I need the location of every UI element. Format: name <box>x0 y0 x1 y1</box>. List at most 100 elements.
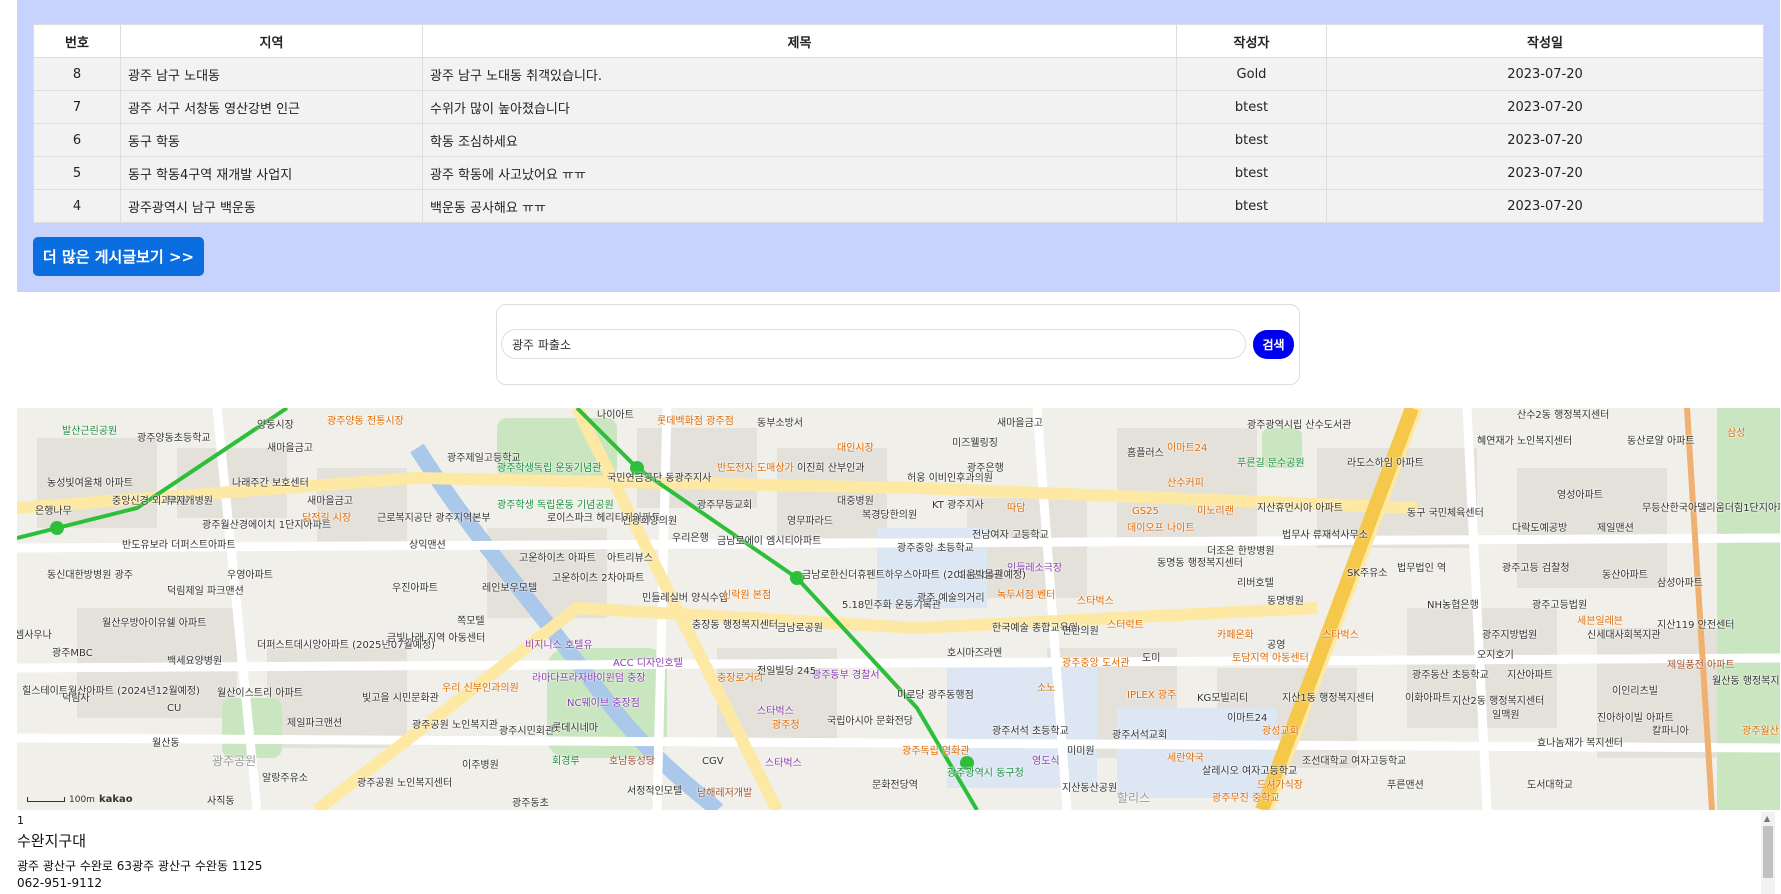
map-label: 지산1동 행정복지센터 <box>1282 693 1375 704</box>
map-label: 광주서석교회 <box>1112 730 1168 741</box>
cell-author: Gold <box>1176 57 1327 91</box>
map-label: 이마트24 <box>1167 443 1208 454</box>
cell-region: 동구 학동 <box>120 123 423 157</box>
map-label: 녹두서점 벤터 <box>997 590 1056 601</box>
map-label: 광주MBC <box>52 648 93 659</box>
map-label: 칼파니아 <box>1652 726 1689 737</box>
cell-author: btest <box>1176 156 1327 190</box>
map-label: 호남동성당 <box>609 756 655 767</box>
map-label: 사직동 <box>207 796 235 807</box>
map-label: NH농협은행 <box>1427 600 1479 611</box>
scrollbar-thumb[interactable] <box>1763 826 1773 878</box>
map-label: 아트리뷰스 <box>607 553 653 564</box>
cell-title[interactable]: 수위가 많이 높아졌습니다 <box>422 90 1177 124</box>
map-label: 효나놈재가 복지센터 <box>1537 738 1623 749</box>
scroll-up-icon[interactable]: ▲ <box>1764 814 1770 823</box>
map-label: 광주고등 검찰청 <box>1502 563 1570 574</box>
scale-label: 100m <box>69 794 95 805</box>
cell-author: btest <box>1176 90 1327 124</box>
map-label: 셈사우나 <box>17 630 52 641</box>
table-row[interactable]: 7 광주 서구 서창동 영산강변 인근 수위가 많이 높아졌습니다 btest … <box>33 90 1764 124</box>
map-label: 이마트24 <box>1227 713 1268 724</box>
map-label: 광주중앙 도서관 <box>1062 658 1130 669</box>
map-label: 금남로공원 <box>777 623 823 634</box>
map-label: 민들레실버 양식수업 <box>642 593 728 604</box>
map-label: 비지니스 호텔유 <box>525 640 593 651</box>
table-row[interactable]: 4 광주광역시 남구 백운동 백운동 공사해요 ㅠㅠ btest 2023-07… <box>33 189 1764 223</box>
map-label: 삼성 <box>1727 428 1746 439</box>
map-label: 푸른맨션 <box>1387 780 1424 791</box>
cell-number: 4 <box>33 189 121 223</box>
map-label: 새마을금고 <box>997 418 1043 429</box>
map-label: 미즈웰링징 <box>952 438 998 449</box>
header-author: 작성자 <box>1176 24 1327 58</box>
map-label: 스타벅스 <box>1077 596 1114 607</box>
board-panel: 번호 지역 제목 작성자 작성일 8 광주 남구 노대동 광주 남구 노대동 취… <box>17 0 1780 292</box>
map-label: 충장동 행정복지센터 <box>692 620 778 631</box>
result-info: 1 수완지구대 광주 광산구 수완로 63광주 광산구 수완동 1125 062… <box>17 812 1767 894</box>
map-label: 전일빌딩 245 <box>757 666 817 677</box>
map-label: 광주양동 전통시장 <box>327 416 404 427</box>
cell-title[interactable]: 학동 조심하세요 <box>422 123 1177 157</box>
map-label: 광주독립 영화관 <box>902 746 970 757</box>
map-label: 지산동산공원 <box>1062 783 1118 794</box>
table-row[interactable]: 8 광주 남구 노대동 광주 남구 노대동 취객있습니다. Gold 2023-… <box>33 57 1764 91</box>
map-label: 동산로얄 아파트 <box>1627 436 1695 447</box>
map-label: IPLEX 광주 <box>1127 690 1177 701</box>
map-label: 전남여자 고등학교 <box>972 530 1049 541</box>
search-button[interactable]: 검색 <box>1253 330 1294 359</box>
map-label: 조선대학교 여자고등학교 <box>1302 756 1407 767</box>
header-region: 지역 <box>120 24 423 58</box>
result-name[interactable]: 수완지구대 <box>17 830 86 851</box>
map-label: 진아하이빌 아파트 <box>1597 713 1674 724</box>
map-label: 법무사 류재석사무소 <box>1282 530 1368 541</box>
map-label: 이주병원 <box>462 760 499 771</box>
search-form: 검색 <box>496 304 1300 385</box>
map-label: 국립아시아 문화전당 <box>827 716 913 727</box>
map-label: 소노 <box>1037 683 1056 694</box>
map-label: 양동시장 <box>257 420 294 431</box>
map-label: 광주학생 독립운동 기념공원 <box>497 500 614 511</box>
map-label: 우리은행 <box>672 533 709 544</box>
map-label: 산수2동 행정복지센터 <box>1517 410 1610 421</box>
result-address: 광주 광산구 수완로 63광주 광산구 수완동 1125 <box>17 859 263 873</box>
table-row[interactable]: 5 동구 학동4구역 재개발 사업지 광주 학동에 사고났어요 ㅠㅠ btest… <box>33 156 1764 190</box>
header-title: 제목 <box>422 24 1177 58</box>
map-label: 다락도예공방 <box>1512 523 1568 534</box>
map-label: 동구 국민체육센터 <box>1407 508 1484 519</box>
map-label: 새마을금고 <box>307 496 353 507</box>
cell-title[interactable]: 광주 학동에 사고났어요 ㅠㅠ <box>422 156 1177 190</box>
map-label: 나래주간 보호센터 <box>232 478 309 489</box>
map-label: 금남로에이 엠시티아파트 <box>717 536 822 547</box>
map-label: 세븐일레븐 <box>1577 616 1623 627</box>
scrollbar[interactable]: ▲ <box>1761 812 1775 894</box>
map-label: 영성아파트 <box>1557 490 1603 501</box>
map-label: 살레시오 여자고등학교 <box>1202 766 1298 777</box>
header-date: 작성일 <box>1326 24 1764 58</box>
map-label: 미미원 <box>1067 746 1095 757</box>
search-input[interactable] <box>501 329 1246 359</box>
more-posts-button[interactable]: 더 많은 게시글보기 >> <box>33 237 204 276</box>
map-label: 광주무진 중학교 <box>1212 793 1280 804</box>
cell-title[interactable]: 백운동 공사해요 ㅠㅠ <box>422 189 1177 223</box>
map-label: 오지호기 <box>1477 650 1514 661</box>
map-label: 문화전당역 <box>872 780 918 791</box>
map-label: 제일맨션 <box>1597 523 1634 534</box>
map-label: 광주중앙 초등학교 <box>897 543 974 554</box>
map-label: SK주유소 <box>1347 568 1388 579</box>
map-label: 동부소방서 <box>757 418 803 429</box>
map-label: KG모빌리티 <box>1197 693 1249 704</box>
map-label: 남해레저개발 <box>697 788 753 799</box>
cell-title[interactable]: 광주 남구 노대동 취객있습니다. <box>422 57 1177 91</box>
map-label: 도서대학교 <box>1527 780 1573 791</box>
map-label: 광주시민회관 <box>499 726 555 737</box>
map-label: 미로당 광주동행점 <box>897 690 974 701</box>
cell-region: 광주광역시 남구 백운동 <box>120 189 423 223</box>
map-label: 광주고등법원 <box>1532 600 1588 611</box>
map-label: 광주동산 초등학교 <box>1412 670 1489 681</box>
map[interactable]: 발산근린공원 광주양동초등학교 양동시장 광주양동 전통시장 나이아트 롯데백화… <box>17 408 1780 810</box>
map-label: 고운하이츠 아파트 <box>519 553 596 564</box>
table-row[interactable]: 6 동구 학동 학동 조심하세요 btest 2023-07-20 <box>33 123 1764 157</box>
map-label: 인광희양의원 <box>622 516 678 527</box>
map-label: 할리스 <box>1117 791 1151 805</box>
